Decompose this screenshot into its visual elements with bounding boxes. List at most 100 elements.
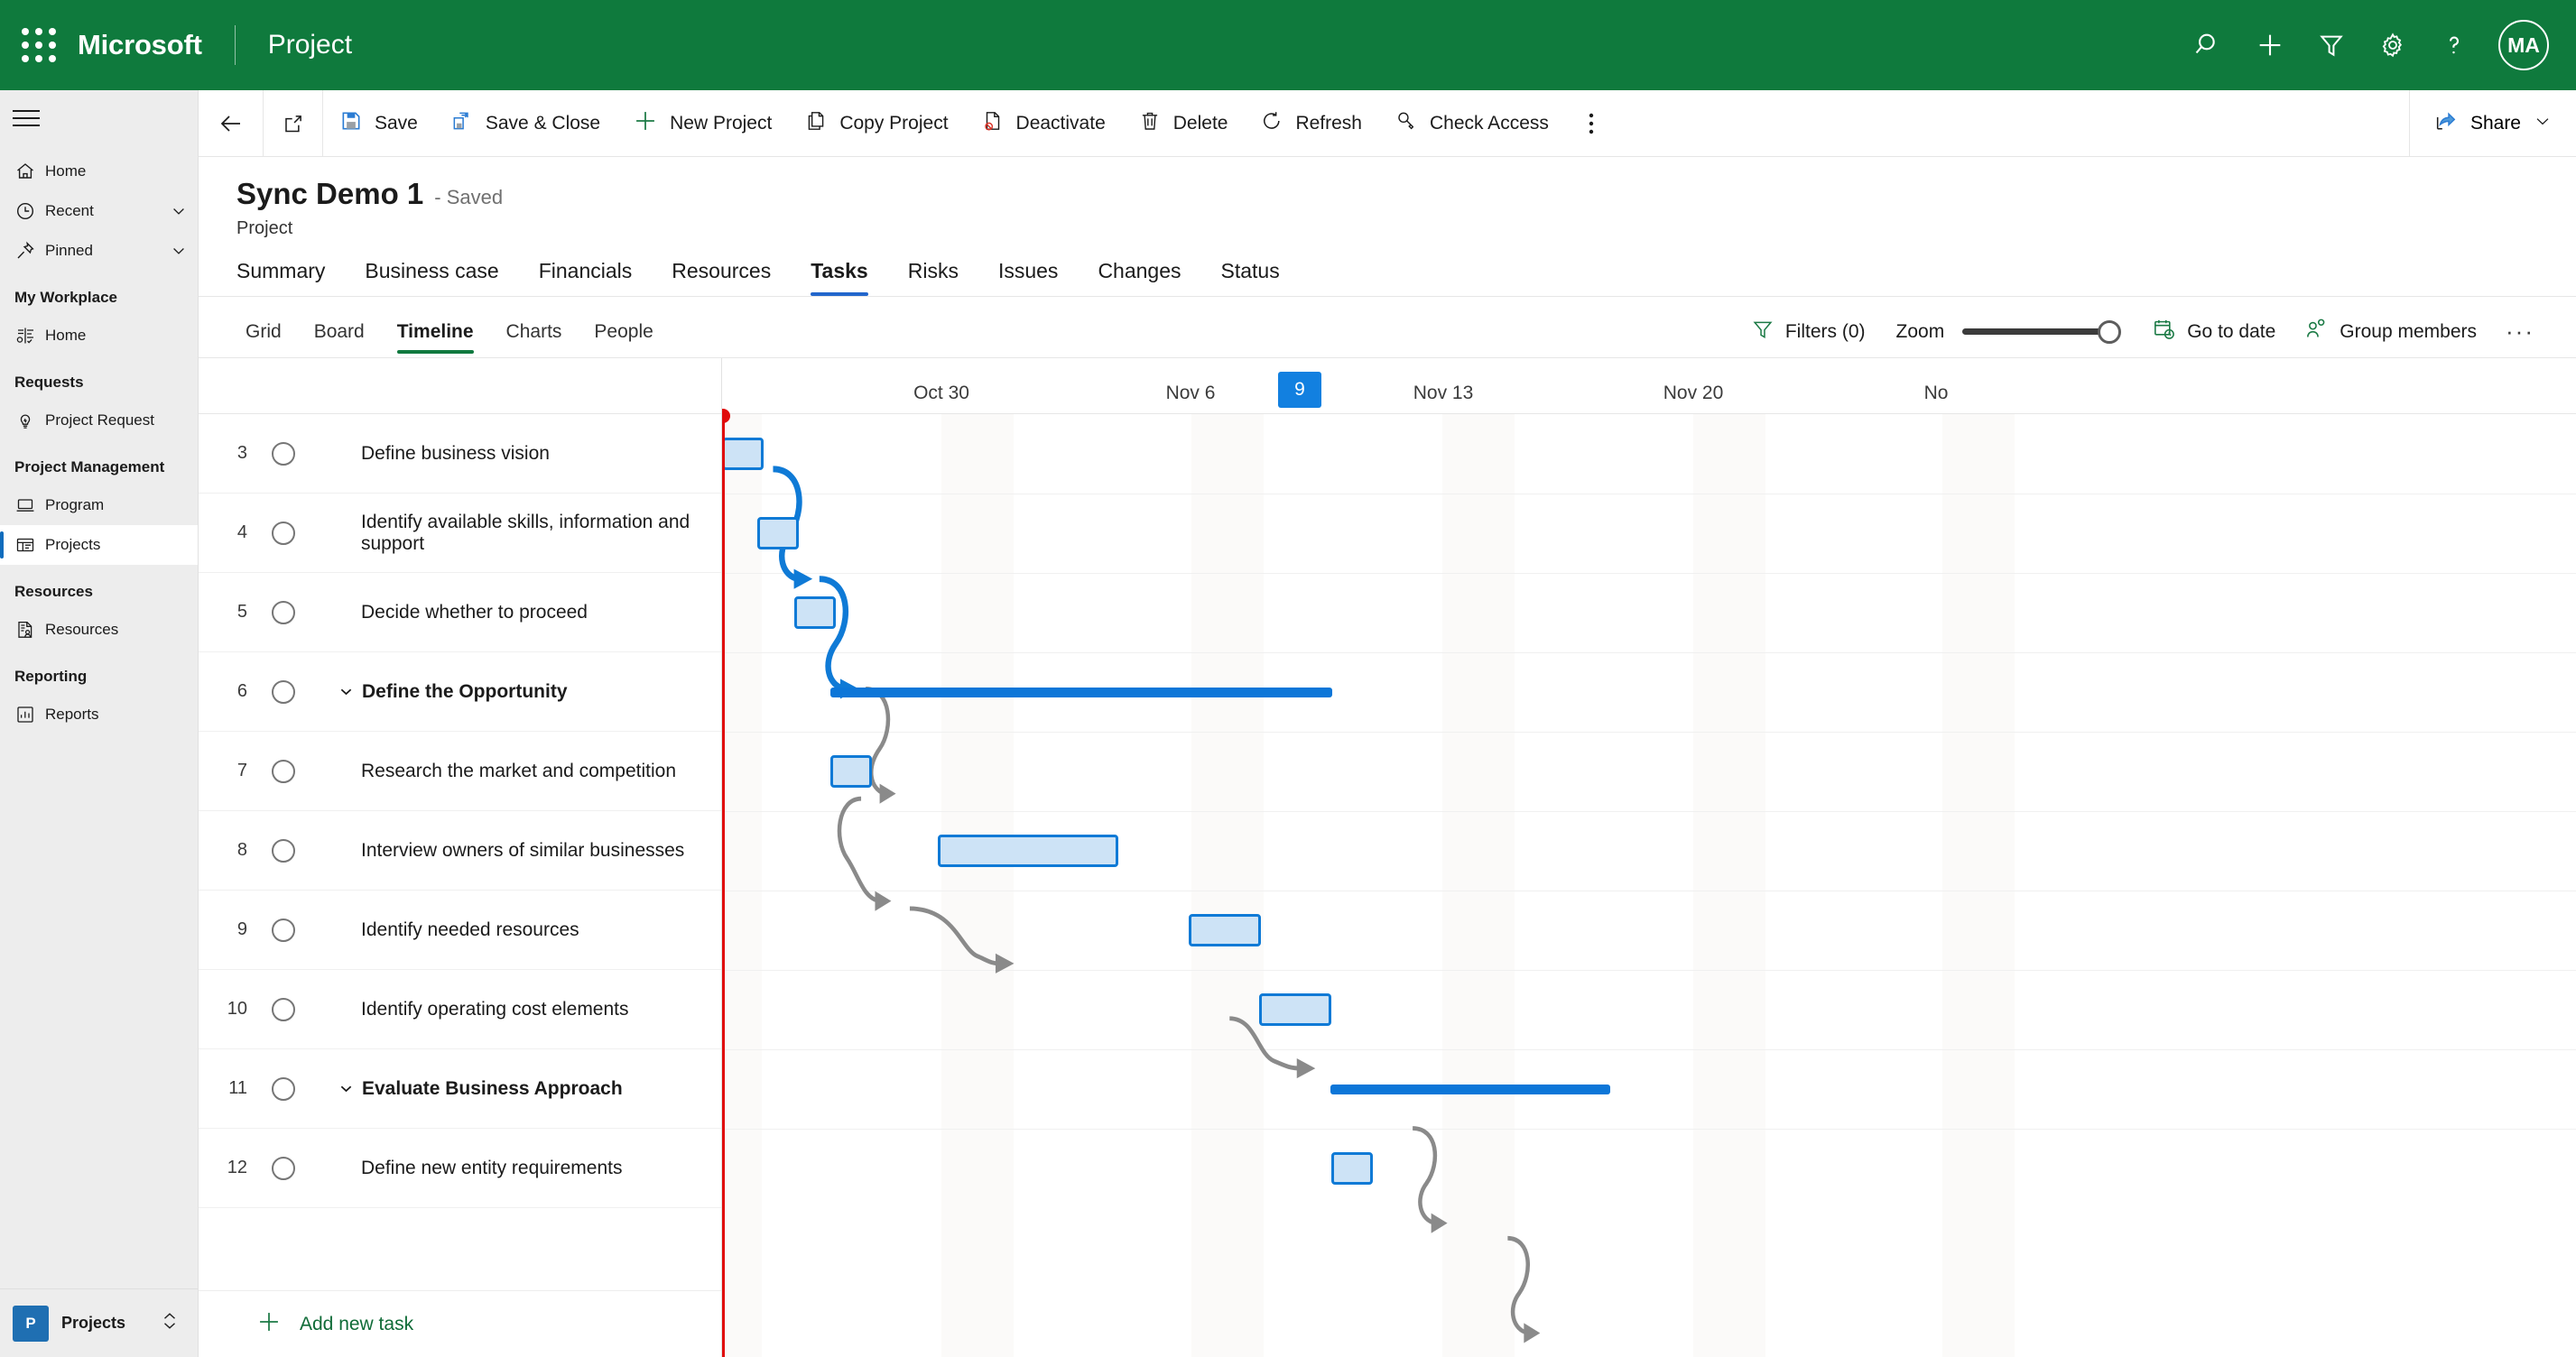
table-row[interactable]: 11 Evaluate Business Approach (199, 1049, 721, 1129)
tab-business-case[interactable]: Business case (345, 259, 518, 296)
copy-project-button[interactable]: Copy Project (788, 90, 964, 156)
sidebar-item-pinned[interactable]: Pinned (0, 231, 198, 271)
gantt-bar[interactable] (1189, 914, 1261, 946)
chevron-down-icon[interactable] (169, 202, 189, 220)
pivot-grid[interactable]: Grid (236, 321, 298, 354)
task-complete-toggle[interactable] (255, 759, 312, 783)
help-icon[interactable] (2426, 17, 2482, 73)
sidebar-item-home[interactable]: Home (0, 152, 198, 191)
deactivate-button[interactable]: Deactivate (965, 90, 1122, 156)
task-name: Define the Opportunity (312, 681, 568, 703)
task-complete-toggle[interactable] (255, 1156, 312, 1180)
gantt-bar[interactable] (794, 596, 836, 629)
gantt-bar[interactable] (757, 517, 799, 549)
task-complete-toggle[interactable] (255, 997, 312, 1021)
sidebar-group-title: Reporting (14, 668, 88, 685)
updown-chevron-icon[interactable] (160, 1309, 185, 1337)
sidebar-item-resources[interactable]: Resources (0, 610, 198, 650)
gantt-summary-bar[interactable] (1330, 1085, 1610, 1094)
sidebar-item-program[interactable]: Program (0, 485, 198, 525)
save-close-icon (450, 109, 474, 138)
table-row[interactable]: 6 Define the Opportunity (199, 652, 721, 732)
gantt-bar[interactable] (1259, 993, 1331, 1026)
command-overflow-button[interactable] (1565, 90, 1617, 156)
app-root: Microsoft Project MA Home Recent Pinned … (0, 0, 2576, 1357)
tab-changes[interactable]: Changes (1078, 259, 1200, 296)
sidebar-item-project-request[interactable]: Project Request (0, 401, 198, 440)
pivot-people[interactable]: People (578, 321, 669, 354)
pivot-board[interactable]: Board (298, 321, 381, 354)
tab-summary[interactable]: Summary (236, 259, 345, 296)
chevron-down-icon[interactable] (169, 242, 189, 260)
save-button[interactable]: Save (323, 90, 434, 156)
share-button[interactable]: Share (2408, 90, 2576, 156)
zoom-slider[interactable] (1962, 319, 2122, 344)
task-complete-toggle[interactable] (255, 679, 312, 704)
filters-button[interactable]: Filters (0) (1737, 318, 1880, 357)
table-row[interactable]: 7 Research the market and competition (199, 732, 721, 811)
gantt-summary-bar[interactable] (830, 688, 1332, 697)
avatar[interactable]: MA (2498, 20, 2549, 70)
task-complete-toggle[interactable] (255, 521, 312, 545)
check-access-button[interactable]: Check Access (1378, 90, 1565, 156)
refresh-button[interactable]: Refresh (1244, 90, 1378, 156)
new-project-button[interactable]: New Project (616, 90, 788, 156)
tab-status[interactable]: Status (1201, 259, 1300, 296)
plus-icon[interactable] (2242, 17, 2298, 73)
table-row[interactable]: 8 Interview owners of similar businesses (199, 811, 721, 891)
search-icon[interactable] (2181, 17, 2237, 73)
record-entity-label: Project (236, 218, 293, 238)
toolbar-overflow-button[interactable]: ··· (2491, 318, 2549, 356)
table-row[interactable]: 10 Identify operating cost elements (199, 970, 721, 1049)
pivot-timeline[interactable]: Timeline (381, 321, 490, 354)
table-row[interactable]: 5 Decide whether to proceed (199, 573, 721, 652)
delete-button[interactable]: Delete (1122, 90, 1245, 156)
date-tick: Nov 13 (1413, 383, 1474, 403)
chevron-down-icon[interactable] (2533, 111, 2553, 136)
table-row[interactable]: 4 Identify available skills, information… (199, 494, 721, 573)
task-complete-toggle[interactable] (255, 838, 312, 863)
sidebar-toggle-button[interactable] (0, 90, 198, 146)
back-button[interactable] (199, 90, 264, 156)
pivot-charts[interactable]: Charts (490, 321, 579, 354)
table-row[interactable]: 3 Define business vision (199, 414, 721, 494)
sidebar-item-recent[interactable]: Recent (0, 191, 198, 231)
filter-icon[interactable] (2303, 17, 2359, 73)
chevron-down-icon[interactable] (338, 1080, 355, 1097)
tab-resources[interactable]: Resources (652, 259, 791, 296)
brand-microsoft: Microsoft (78, 29, 202, 60)
open-new-window-button[interactable] (264, 90, 323, 156)
app-launcher-button[interactable] (0, 28, 78, 62)
task-complete-toggle[interactable] (255, 441, 312, 466)
table-row[interactable]: 9 Identify needed resources (199, 891, 721, 970)
app-name-project[interactable]: Project (268, 30, 352, 60)
tab-risks[interactable]: Risks (888, 259, 978, 296)
sidebar-item-myworkplace-home[interactable]: Home (0, 316, 198, 355)
gantt-bar[interactable] (722, 438, 764, 470)
task-complete-toggle[interactable] (255, 918, 312, 942)
tab-issues[interactable]: Issues (978, 259, 1078, 296)
save-and-close-button[interactable]: Save & Close (434, 90, 616, 156)
save-icon (339, 109, 363, 138)
report-icon (14, 704, 45, 725)
sidebar-item-reports[interactable]: Reports (0, 695, 198, 734)
tab-tasks[interactable]: Tasks (791, 259, 888, 296)
tab-financials[interactable]: Financials (519, 259, 653, 296)
gear-icon[interactable] (2365, 17, 2421, 73)
area-switcher[interactable]: P Projects (0, 1288, 198, 1357)
group-members-button[interactable]: Group members (2290, 317, 2491, 357)
gantt-bar[interactable] (938, 835, 1118, 867)
task-complete-toggle[interactable] (255, 600, 312, 624)
zoom-slider-thumb[interactable] (2098, 319, 2122, 344)
gantt-bar[interactable] (830, 755, 872, 788)
sidebar-item-projects[interactable]: Projects (0, 525, 198, 565)
go-to-date-button[interactable]: Go to date (2137, 317, 2290, 357)
table-row[interactable]: 12 Define new entity requirements (199, 1129, 721, 1208)
timeline-pane[interactable]: Oct 30 Nov 6 Nov 13 Nov 20 No Nov 9 (722, 358, 2576, 1357)
add-new-task-button[interactable]: Add new task (199, 1290, 721, 1357)
pin-icon (14, 240, 45, 262)
chevron-down-icon[interactable] (338, 683, 355, 700)
gantt-bar[interactable] (1331, 1152, 1373, 1185)
today-date-badge[interactable]: 9 (1278, 372, 1321, 408)
task-complete-toggle[interactable] (255, 1076, 312, 1101)
